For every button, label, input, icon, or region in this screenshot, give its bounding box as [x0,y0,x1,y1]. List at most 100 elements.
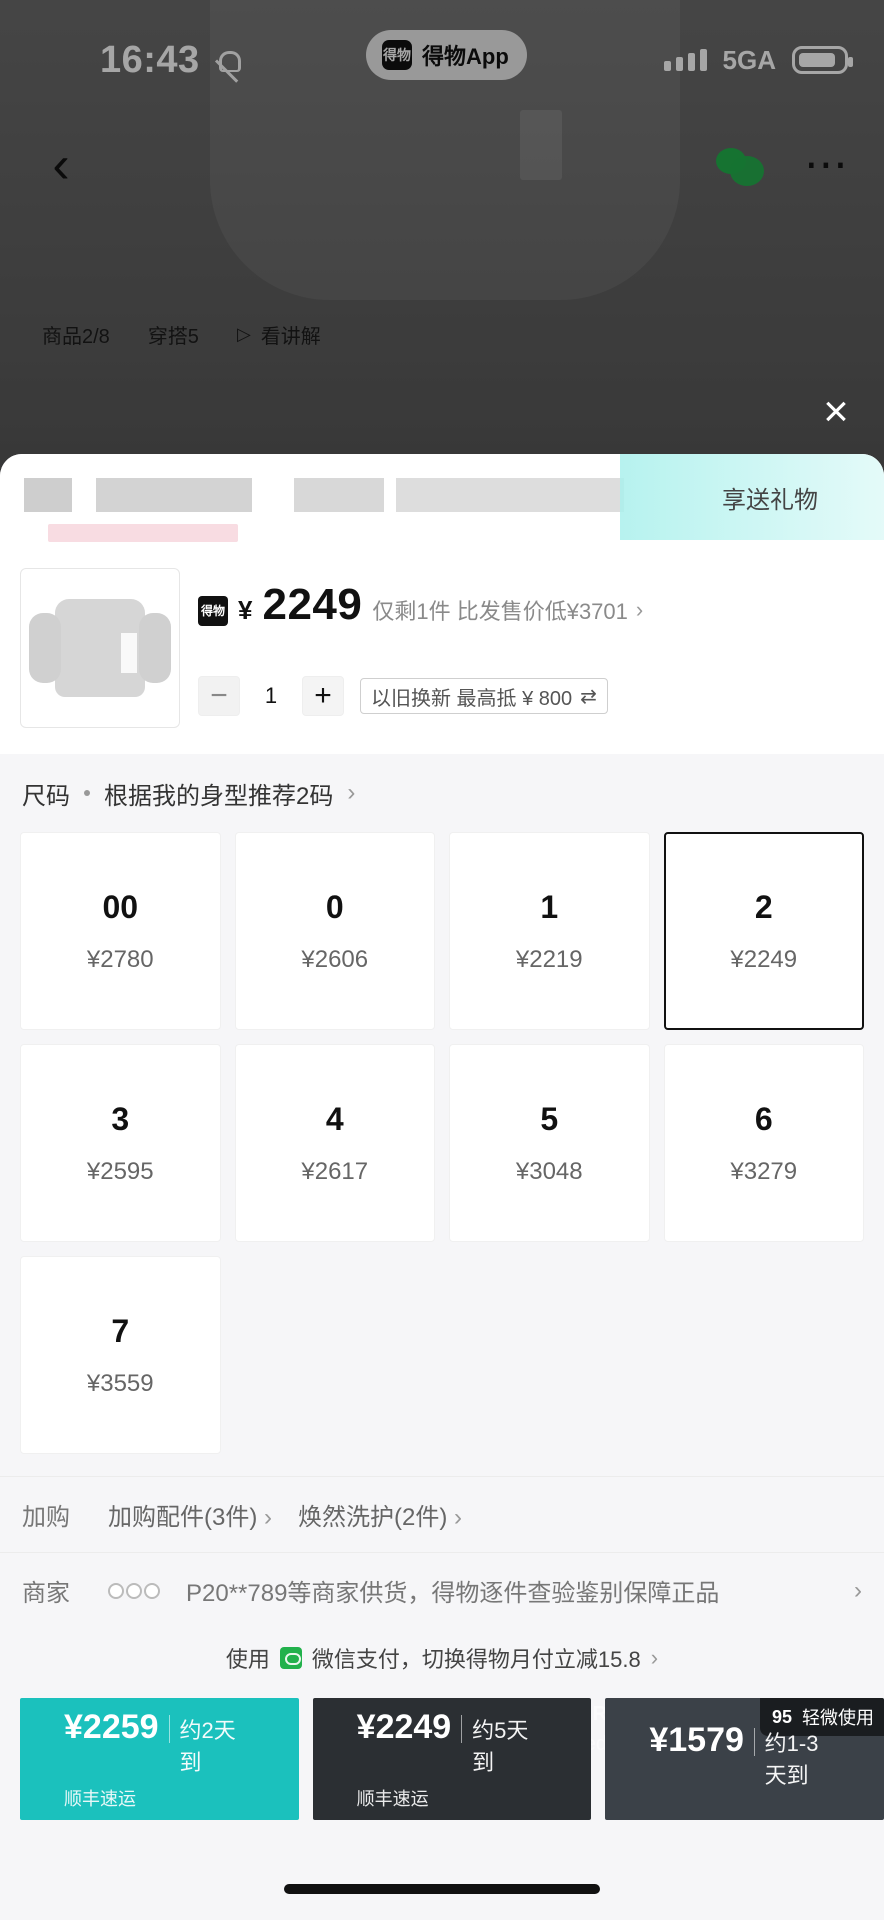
size-grid: 00 ¥2780 0 ¥2606 1 ¥2219 2 ¥2249 3 ¥2595… [0,832,884,1454]
close-icon[interactable]: × [814,390,858,436]
buy-option-eta: 约5天到 [472,1717,529,1775]
purchase-options: ¥2259 约2天到 顺丰速运 ¥2249 约5天到 顺丰速运 95 轻微使用 … [20,1698,884,1822]
buy-option-main: ¥2249 约5天到 [357,1708,548,1777]
size-price: ¥3279 [730,1157,798,1185]
gift-banner-text: 享送礼物 [722,486,818,514]
dewu-logo-icon: 得物 [198,595,228,626]
buy-option-amount: ¥1579 [649,1720,744,1759]
sweater-thumbnail [29,599,171,697]
merchant-text: P20**789等商家供货，得物逐件查验鉴别保障正品 [186,1580,720,1607]
condition-tag-num: 95 [771,1706,793,1727]
product-price: 2249 [262,580,363,629]
buy-option-sf[interactable]: ¥2249 约5天到 顺丰速运 [312,1698,592,1820]
quantity-decrease-button[interactable]: − [198,676,240,716]
buy-option-main: ¥2259 约2天到 [64,1708,255,1777]
price-note[interactable]: 仅剩1件 比发售价低¥3701 › [372,594,643,626]
addons-row: 加购 加购配件(3件) › 焕然洗护(2件) › [0,1476,884,1552]
size-value: 5 [540,1100,559,1137]
chevron-right-icon: › [635,597,644,622]
divider [753,1727,755,1756]
price-note-text: 仅剩1件 比发售价低¥3701 [372,599,628,624]
size-price: ¥2617 [301,1157,369,1185]
size-option-3[interactable]: 3 ¥2595 [20,1044,221,1242]
chevron-right-icon: › [264,1504,273,1531]
quantity-increase-button[interactable]: + [302,676,344,716]
buy-option-sf-fast[interactable]: ¥2259 约2天到 顺丰速运 [20,1698,299,1820]
buy-option-amount: ¥2259 [64,1707,159,1746]
size-value: 6 [754,1100,773,1137]
chevron-right-icon: › [650,1645,659,1670]
size-value: 0 [325,888,344,925]
sheet-top: 享送礼物 得物 ¥ 2249 仅剩1件 比发售价低¥3701 › − 1 + 以… [0,454,884,754]
buy-option-eta: 约2天到 [179,1717,236,1775]
addons-item-accessories-label: 加购配件(3件) [108,1504,258,1531]
addons-item-care-label: 焕然洗护(2件) [298,1504,448,1531]
swap-icon: ⇄ [580,685,597,708]
wechat-pay-icon [279,1647,302,1669]
size-option-00[interactable]: 00 ¥2780 [20,832,221,1030]
addons-item-accessories[interactable]: 加购配件(3件) › [108,1497,272,1532]
addons-label: 加购 [22,1504,70,1531]
size-price: ¥3048 [515,1157,583,1185]
separator-dot [84,790,90,796]
merchant-row[interactable]: 商家 P20**789等商家供货，得物逐件查验鉴别保障正品 › [0,1552,884,1628]
merchant-label: 商家 [22,1580,70,1607]
payment-hint-prefix: 使用 [225,1647,270,1672]
size-price: ¥2249 [730,945,798,973]
merchant-left: 商家 P20**789等商家供货，得物逐件查验鉴别保障正品 [22,1573,719,1608]
payment-hint[interactable]: 使用 微信支付，切换得物月付立减15.8 › [0,1628,884,1688]
buy-option-sub: 顺丰速运 [356,1788,429,1809]
size-price: ¥3559 [86,1369,154,1397]
size-value: 4 [325,1100,344,1137]
size-option-5[interactable]: 5 ¥3048 [449,1044,650,1242]
sweater-stripe [121,633,137,673]
chevron-right-icon: › [854,1576,862,1604]
size-option-6[interactable]: 6 ¥3279 [663,1044,864,1242]
size-option-2[interactable]: 2 ¥2249 [663,832,864,1030]
buy-option-used[interactable]: 95 轻微使用 ¥1579 约1-3天到 [605,1698,884,1820]
product-summary: 得物 ¥ 2249 仅剩1件 比发售价低¥3701 › − 1 + 以旧换新 最… [20,568,864,734]
options-rows: 加购 加购配件(3件) › 焕然洗护(2件) › 商家 P20**789等商家供… [0,1476,884,1628]
size-label: 尺码 [22,782,70,810]
size-value: 3 [111,1100,130,1137]
chevron-right-icon: › [454,1504,463,1531]
blurred-info [24,478,624,512]
chevron-right-icon: › [347,779,356,806]
divider [461,1714,463,1743]
tradein-label: 以旧换新 最高抵 ¥ 800 [371,687,573,710]
size-header: 尺码 根据我的身型推荐2码 › [0,754,884,832]
quantity-row: − 1 + 以旧换新 最高抵 ¥ 800 ⇄ [198,676,608,716]
home-indicator [284,1884,600,1894]
size-price: ¥2219 [515,945,583,973]
gift-banner[interactable]: 享送礼物 [620,454,884,540]
blurred-pink-info [48,524,238,542]
app-frame: 16:43 得物 得物App 5GA ‹ ⋯ 商品2/8 穿搭5 ▷ 看讲解 ×… [0,0,884,1920]
size-value: 7 [111,1312,130,1349]
tradein-button[interactable]: 以旧换新 最高抵 ¥ 800 ⇄ [360,678,608,714]
size-option-7[interactable]: 7 ¥3559 [20,1256,221,1454]
buy-option-sub: 顺丰速运 [64,1788,136,1809]
dim-overlay [0,0,884,520]
size-price: ¥2606 [301,945,369,973]
buy-option-eta: 约1-3天到 [764,1730,819,1788]
currency-symbol: ¥ [238,595,253,625]
size-value: 1 [540,888,559,925]
size-option-0[interactable]: 0 ¥2606 [234,832,435,1030]
size-value: 2 [754,888,773,925]
merchant-avatars-icon [108,1582,160,1599]
price-area: 得物 ¥ 2249 仅剩1件 比发售价低¥3701 › − 1 + 以旧换新 最… [198,568,864,734]
payment-hint-text: 微信支付，切换得物月付立减15.8 [311,1647,641,1672]
buy-option-main: ¥1579 约1-3天到 [649,1721,840,1790]
size-recommendation[interactable]: 根据我的身型推荐2码 [104,776,333,811]
price-line: 得物 ¥ 2249 仅剩1件 比发售价低¥3701 › [198,580,864,630]
addons-items: 加购配件(3件) › 焕然洗护(2件) › [108,1497,462,1532]
addons-item-care[interactable]: 焕然洗护(2件) › [298,1497,462,1532]
buy-option-amount: ¥2249 [356,1707,452,1746]
size-price: ¥2595 [86,1157,154,1185]
size-option-1[interactable]: 1 ¥2219 [449,832,650,1030]
size-price: ¥2780 [86,945,154,973]
size-option-4[interactable]: 4 ¥2617 [234,1044,435,1242]
product-thumbnail[interactable] [20,568,180,728]
size-value: 00 [102,888,139,925]
quantity-value: 1 [264,683,278,708]
